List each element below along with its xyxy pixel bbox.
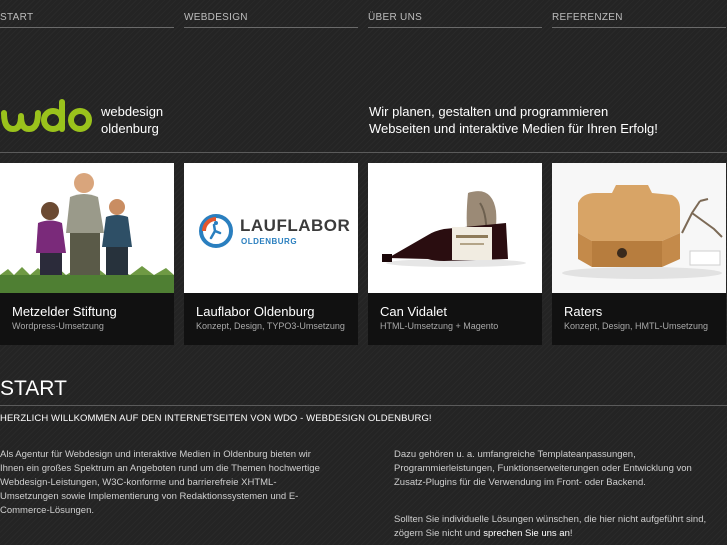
text-line: Commerce-Lösungen. xyxy=(0,505,94,516)
contact-link[interactable]: sprechen Sie uns an xyxy=(483,528,570,539)
text-line: zögern Sie nicht und sprechen Sie uns an… xyxy=(394,527,727,541)
intro-text-column-2: Dazu gehören u. a. umfangreiche Template… xyxy=(394,448,727,490)
lauflabor-logo-subtext: OLDENBURG xyxy=(241,237,298,246)
text-line: Programmierleistungen, Funktionserweiter… xyxy=(394,463,692,474)
text-line: Dazu gehören u. a. umfangreiche Template… xyxy=(394,449,636,460)
contact-paragraph: Sollten Sie individuelle Lösungen wünsch… xyxy=(394,513,727,541)
text-line: Sollten Sie individuelle Lösungen wünsch… xyxy=(394,514,707,525)
metzelder-photo xyxy=(0,163,174,293)
reference-title: Raters xyxy=(564,304,603,319)
reference-card-can-vidalet[interactable]: Can Vidalet HTML-Umsetzung + Magento xyxy=(368,163,542,345)
reference-card-lauflabor[interactable]: LAUFLABOR OLDENBURG Lauflabor Oldenburg … xyxy=(184,163,358,345)
lauflabor-logo-icon xyxy=(199,214,233,248)
tagline-line-2: Webseiten und interaktive Medien für Ihr… xyxy=(369,121,658,136)
text-line: Ihnen ein großes Spektrum an Angeboten r… xyxy=(0,463,320,474)
nav-item-webdesign[interactable]: WEBDESIGN xyxy=(184,12,358,28)
page-title: START xyxy=(0,377,67,400)
reference-title: Metzelder Stiftung xyxy=(12,304,117,319)
brand-line-2: oldenburg xyxy=(101,121,159,136)
reference-subtitle: HTML-Umsetzung + Magento xyxy=(380,321,499,331)
nav-item-ueber-uns[interactable]: ÜBER UNS xyxy=(368,12,542,28)
text-line: Umsetzungen sowie Implementierung von Re… xyxy=(0,491,299,502)
tagline: Wir planen, gestalten und programmieren … xyxy=(369,103,658,137)
text-fragment: zögern Sie nicht und xyxy=(394,528,484,539)
reference-card-raters[interactable]: Raters Konzept, Design, HMTL-Umsetzung xyxy=(552,163,726,345)
reference-subtitle: Konzept, Design, HMTL-Umsetzung xyxy=(564,321,709,331)
header-divider xyxy=(0,152,727,153)
lauflabor-logo-text: LAUFLABOR xyxy=(240,216,351,235)
wine-bottle-photo xyxy=(368,163,542,293)
text-line: Zusatz-Plugins für die Verwendung im Fro… xyxy=(394,477,646,488)
nav-item-start[interactable]: START xyxy=(0,12,174,28)
title-divider xyxy=(0,405,727,406)
main-navigation: START WEBDESIGN ÜBER UNS REFERENZEN xyxy=(0,0,727,28)
text-line: Als Agentur für Webdesign und interaktiv… xyxy=(0,449,311,460)
reference-subtitle: Konzept, Design, TYPO3-Umsetzung xyxy=(196,321,345,331)
reference-title: Lauflabor Oldenburg xyxy=(196,304,315,319)
raters-product-photo xyxy=(552,163,726,293)
reference-subtitle: Wordpress-Umsetzung xyxy=(12,321,104,331)
brand-name: webdesign oldenburg xyxy=(101,103,163,137)
reference-card-metzelder[interactable]: Metzelder Stiftung Wordpress-Umsetzung xyxy=(0,163,174,345)
text-line: Webdesign-Leistungen, W3C-konforme und b… xyxy=(0,477,277,488)
wdo-logo[interactable] xyxy=(0,96,95,136)
brand-line-1: webdesign xyxy=(101,104,164,119)
tagline-line-1: Wir planen, gestalten und programmieren xyxy=(369,104,609,119)
text-fragment: ! xyxy=(569,528,573,539)
reference-title: Can Vidalet xyxy=(380,304,447,319)
welcome-heading: HERZLICH WILLKOMMEN AUF DEN INTERNETSEIT… xyxy=(0,413,432,424)
nav-item-referenzen[interactable]: REFERENZEN xyxy=(552,12,726,28)
lauflabor-logo-area: LAUFLABOR OLDENBURG xyxy=(184,163,358,293)
intro-text-column-1: Als Agentur für Webdesign und interaktiv… xyxy=(0,448,345,518)
